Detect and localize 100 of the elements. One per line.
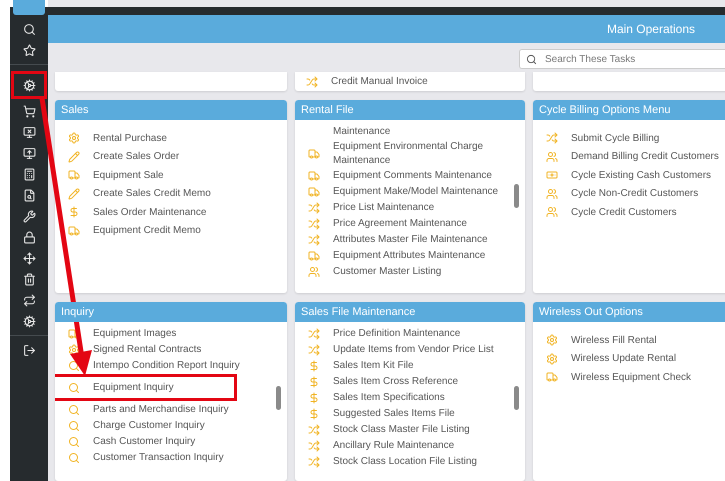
task-item[interactable]: Customer Master Listing	[307, 264, 442, 279]
task-item[interactable]: Create Sales Order	[67, 148, 180, 165]
search-icon	[68, 404, 80, 416]
move-icon	[22, 252, 36, 265]
task-item[interactable]: Equipment Make/Model Maintenance	[307, 184, 498, 199]
cart-icon	[22, 105, 36, 118]
task-item[interactable]: Cycle Non-Credit Customers	[545, 186, 698, 202]
task-item[interactable]: Equipment Environmental Charge Maintenance	[307, 140, 513, 167]
truck-icon	[68, 224, 80, 237]
trash-icon	[22, 273, 36, 286]
task-item[interactable]: Rental Purchase	[67, 130, 167, 146]
task-item[interactable]: Demand Billing Credit Customers	[545, 148, 719, 165]
panel-title: Inquiry	[55, 302, 287, 322]
task-item[interactable]: Sales Order Maintenance	[67, 204, 206, 220]
dollar-icon	[308, 392, 320, 404]
task-item[interactable]: Intempo Condition Report Inquiry	[67, 358, 240, 373]
file-search-icon	[22, 189, 36, 202]
shuffle-icon	[308, 456, 320, 468]
search-icon	[68, 360, 80, 372]
search-icon	[68, 382, 80, 394]
truck-icon	[308, 250, 320, 262]
gear-icon	[68, 132, 80, 144]
task-item[interactable]: Cycle Existing Cash Customers	[545, 167, 712, 184]
search-icon	[526, 54, 537, 64]
task-item[interactable]: Sales Item Kit File	[307, 358, 414, 373]
task-item[interactable]: Cash Customer Inquiry	[67, 434, 196, 449]
task-item[interactable]: Attributes Master File Maintenance	[307, 232, 488, 247]
truck-icon	[308, 186, 320, 198]
task-item[interactable]: Sales Item Cross Reference	[307, 374, 458, 389]
task-item[interactable]: Stock Class Master File Listing	[307, 422, 470, 437]
task-item[interactable]: Parts and Merchandise Inquiry	[67, 402, 229, 417]
task-item[interactable]: Credit Manual Invoice	[305, 74, 428, 89]
star-icon	[22, 44, 36, 57]
truck-icon	[308, 148, 320, 160]
shuffle-icon	[308, 440, 320, 452]
truck-icon	[546, 371, 558, 384]
shuffle-icon	[308, 218, 320, 230]
search-icon	[68, 436, 80, 448]
app-logo	[13, 0, 45, 15]
panel-title: Cycle Billing Options Menu	[533, 100, 725, 120]
shuffle-icon	[306, 76, 318, 88]
task-item[interactable]: Update Items from Vendor Price List	[307, 342, 494, 357]
search-icon	[68, 452, 80, 464]
truck-icon	[68, 169, 80, 182]
task-item[interactable]: Cycle Credit Customers	[545, 204, 677, 220]
shuffle-icon	[308, 344, 320, 356]
users-icon	[546, 206, 558, 218]
task-item[interactable]: Wireless Fill Rental	[545, 332, 657, 348]
shuffle-icon	[308, 234, 320, 246]
pencil-icon	[68, 150, 80, 163]
search-input[interactable]: Search These Tasks	[543, 52, 717, 66]
panel-title: Sales	[55, 100, 287, 120]
task-item[interactable]: Submit Cycle Billing	[545, 130, 660, 146]
dollar-icon	[308, 376, 320, 388]
task-item[interactable]: Price List Maintenance	[307, 200, 434, 215]
pencil-icon	[68, 188, 80, 200]
gear-icon	[68, 344, 80, 356]
gear-icon	[546, 334, 558, 346]
dollar-icon	[68, 206, 80, 218]
calculator-icon	[22, 168, 36, 181]
panel-title: Wireless Out Options	[533, 302, 725, 322]
page-title: Main Operations	[606, 22, 695, 36]
task-item[interactable]: Equipment Comments Maintenance	[307, 168, 492, 183]
task-item[interactable]: Stock Class Location File Listing	[307, 454, 477, 469]
shuffle-icon	[308, 202, 320, 214]
shuffle-icon	[308, 424, 320, 436]
search-field[interactable]: Search These Tasks	[519, 49, 725, 69]
task-item[interactable]: Customer Transaction Inquiry	[67, 450, 224, 465]
search-icon	[68, 420, 80, 432]
gears-icon	[22, 78, 36, 92]
task-item[interactable]: Signed Rental Contracts	[67, 342, 202, 357]
task-item[interactable]: Equipment Attributes Maintenance	[307, 248, 486, 263]
task-item[interactable]: Sales Item Specifications	[307, 390, 445, 405]
task-item[interactable]: Equipment Inquiry	[55, 374, 237, 401]
task-item[interactable]: Create Sales Credit Memo	[67, 186, 211, 202]
shuffle-icon	[308, 328, 320, 340]
users-icon	[308, 266, 320, 278]
repeat-icon	[22, 294, 36, 307]
dollar-icon	[308, 408, 320, 420]
task-item[interactable]: Equipment Images	[67, 326, 176, 341]
task-item[interactable]: Equipment Credit Memo	[67, 222, 201, 239]
task-item[interactable]: Price Agreement Maintenance	[307, 216, 467, 231]
task-item[interactable]: Charge Customer Inquiry	[67, 418, 205, 433]
monitor-send-icon	[22, 147, 36, 160]
gears-icon	[22, 315, 36, 328]
search-icon	[22, 23, 36, 36]
task-item[interactable]: Wireless Update Rental	[545, 350, 676, 367]
gear-icon	[546, 352, 558, 365]
task-item[interactable]: Wireless Equipment Check	[545, 369, 692, 386]
task-item[interactable]: Suggested Sales Items File	[307, 406, 455, 421]
wrench-icon	[22, 210, 36, 223]
task-item[interactable]: Equipment Sale	[67, 167, 164, 184]
users-icon	[546, 188, 558, 200]
lock-icon	[22, 231, 36, 244]
task-item[interactable]: Ancillary Rule Maintenance	[307, 438, 454, 453]
monitor-return-icon	[22, 126, 36, 139]
task-item[interactable]: Maintenance	[307, 124, 390, 139]
cash-icon	[546, 169, 558, 182]
task-item[interactable]: Price Definition Maintenance	[307, 326, 460, 341]
panel-title: Sales File Maintenance	[295, 302, 525, 322]
